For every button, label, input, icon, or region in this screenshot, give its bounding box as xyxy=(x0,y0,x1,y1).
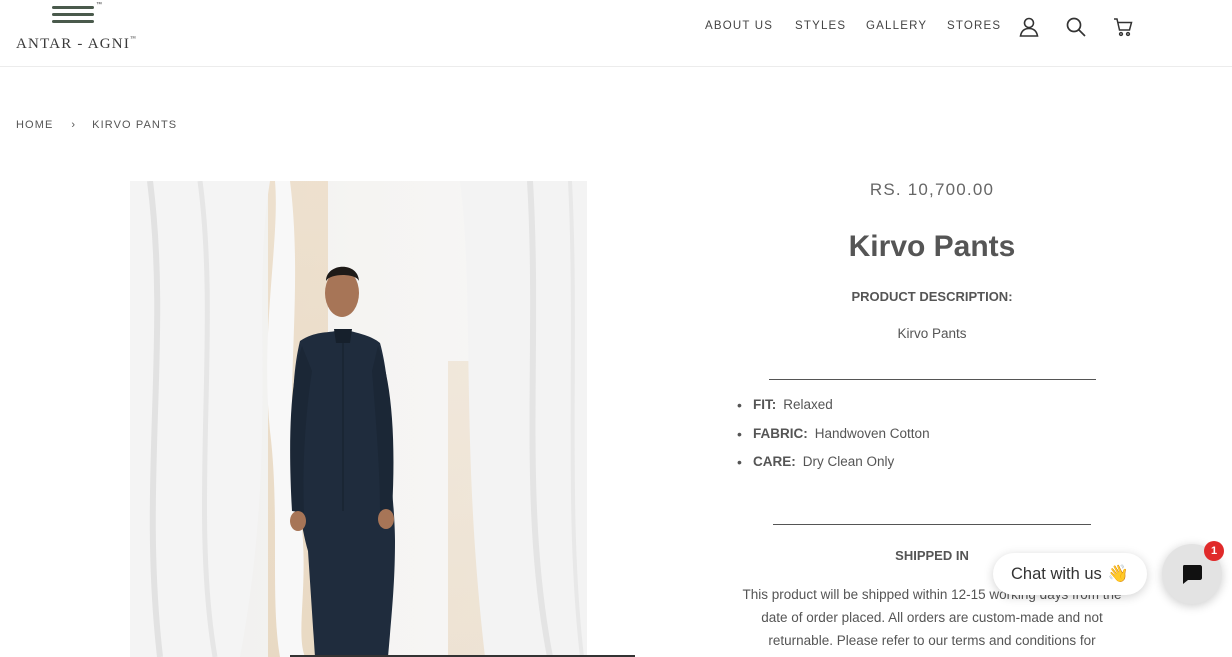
description-text: Kirvo Pants xyxy=(897,326,967,341)
breadcrumb-home[interactable]: HOME xyxy=(16,119,53,131)
spec-value: Handwoven Cotton xyxy=(814,425,930,441)
breadcrumb-separator: › xyxy=(71,119,77,131)
user-icon[interactable] xyxy=(1018,16,1040,38)
spec-list: • FIT: Relaxed • FABRIC: Handwoven Cotton • C… xyxy=(737,397,930,483)
spec-value: Dry Clean Only xyxy=(802,454,895,469)
nav-styles[interactable]: STYLES xyxy=(795,20,846,32)
chat-bubble-icon xyxy=(1183,565,1202,584)
spec-item: • FABRIC: Handwoven Cotton xyxy=(737,426,930,455)
nav-stores[interactable]: STORES xyxy=(947,20,1001,32)
wave-icon: 👋 xyxy=(1107,564,1129,583)
brand-name: ANTAR - AGNI xyxy=(16,36,131,52)
bullet: • xyxy=(737,425,742,442)
spec-label: CARE: xyxy=(753,454,796,469)
bullet: • xyxy=(737,454,742,470)
brand-trademark: ™ xyxy=(130,36,138,42)
chat-label: Chat with us xyxy=(1011,564,1102,583)
nav-about-us[interactable]: ABOUT US xyxy=(705,20,773,32)
nav-gallery[interactable]: GALLERY xyxy=(866,20,927,32)
bullet: • xyxy=(737,397,742,413)
breadcrumb-current: KIRVO PANTS xyxy=(92,119,178,131)
logo-text: ANTAR - AGNI™ xyxy=(16,36,137,53)
spec-label: FIT: xyxy=(753,397,777,412)
product-image[interactable] xyxy=(130,181,587,657)
breadcrumb: HOME › KIRVO PANTS xyxy=(16,119,177,131)
cart-icon[interactable] xyxy=(1112,16,1134,38)
notification-badge: 1 xyxy=(1204,541,1224,561)
product-title: Kirvo Pants xyxy=(848,230,1016,263)
description-heading: PRODUCT DESCRIPTION: xyxy=(851,289,1013,304)
spec-label: FABRIC: xyxy=(753,425,808,441)
product-price: RS. 10,700.00 xyxy=(869,180,995,199)
site-header: ™ ANTAR - AGNI™ ABOUT US STYLES GALLERY … xyxy=(0,0,1232,67)
divider xyxy=(773,524,1091,525)
spec-value: Relaxed xyxy=(783,397,833,412)
search-icon[interactable] xyxy=(1065,16,1087,38)
chat-invite[interactable]: Chat with us 👋 xyxy=(993,553,1147,595)
divider xyxy=(769,379,1096,380)
spec-item: • CARE: Dry Clean Only xyxy=(737,454,930,483)
brand-logo[interactable]: ™ ANTAR - AGNI™ xyxy=(16,2,146,58)
spec-item: • FIT: Relaxed xyxy=(737,397,930,426)
logo-trademark: ™ xyxy=(96,2,102,8)
logo-stripes-icon xyxy=(52,6,94,27)
